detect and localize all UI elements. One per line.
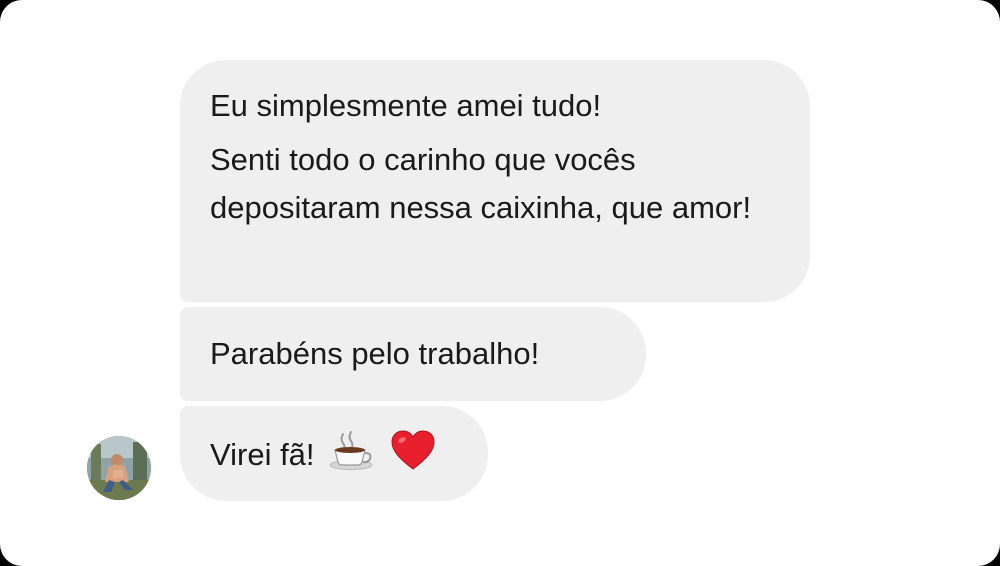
chat-window: Eu simplesmente amei tudo! Senti todo o … xyxy=(0,0,1000,566)
message-text: Eu simplesmente amei tudo! xyxy=(210,88,602,123)
message-bubble[interactable]: Parabéns pelo trabalho! xyxy=(180,307,646,401)
message-text: Virei fã! xyxy=(210,437,315,473)
message-bubble[interactable]: Virei fã! xyxy=(180,406,488,501)
red-heart-icon xyxy=(390,429,436,485)
coffee-cup-icon xyxy=(329,430,375,484)
message-text: Senti todo o carinho que vocês depositar… xyxy=(210,142,752,225)
message-text: Parabéns pelo trabalho! xyxy=(210,336,540,371)
avatar[interactable] xyxy=(87,436,151,500)
message-bubble[interactable]: Eu simplesmente amei tudo! Senti todo o … xyxy=(180,60,810,302)
